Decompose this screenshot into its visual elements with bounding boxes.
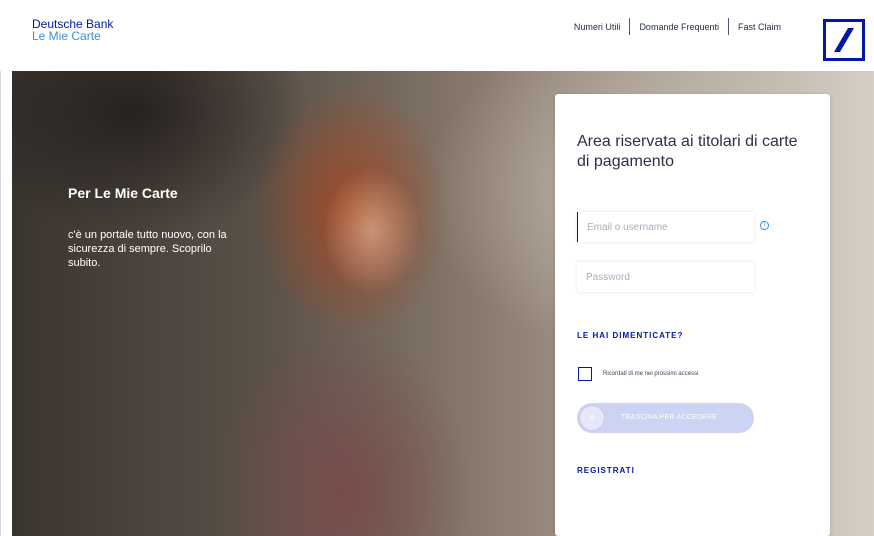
email-input[interactable] [577,212,754,242]
hero-title: Per Le Mie Carte [68,185,178,201]
remember-me-label: Ricordati di me nei prossimi accessi [603,371,699,377]
password-input[interactable] [577,262,754,292]
slide-to-login-slider[interactable]: » TRASCINA PER ACCEDERE [577,403,754,433]
remember-me-checkbox[interactable] [578,367,592,381]
brand-product: Le Mie Carte [32,29,101,43]
forgot-credentials-link[interactable]: LE HAI DIMENTICATE? [577,331,683,340]
nav-fast-claim[interactable]: Fast Claim [729,20,790,34]
top-nav: Numeri Utili Domande Frequenti Fast Clai… [565,18,790,35]
brand-wordmark[interactable]: Deutsche Bank Le Mie Carte [32,18,113,42]
nav-domande-frequenti[interactable]: Domande Frequenti [630,20,728,34]
login-card: Area riservata ai titolari di carte di p… [555,94,830,536]
hero-text: c'è un portale tutto nuovo, con la sicur… [68,229,227,269]
double-chevron-right-icon[interactable]: » [580,406,604,430]
top-header: Deutsche Bank Le Mie Carte Numeri Utili … [0,0,874,71]
nav-numeri-utili[interactable]: Numeri Utili [565,20,630,34]
deutsche-bank-logo-icon[interactable] [823,19,865,61]
slider-label: TRASCINA PER ACCEDERE [621,414,717,421]
register-link[interactable]: REGISTRATI [577,466,635,475]
info-icon[interactable]: i [760,221,769,230]
login-title: Area riservata ai titolari di carte di p… [577,133,798,170]
